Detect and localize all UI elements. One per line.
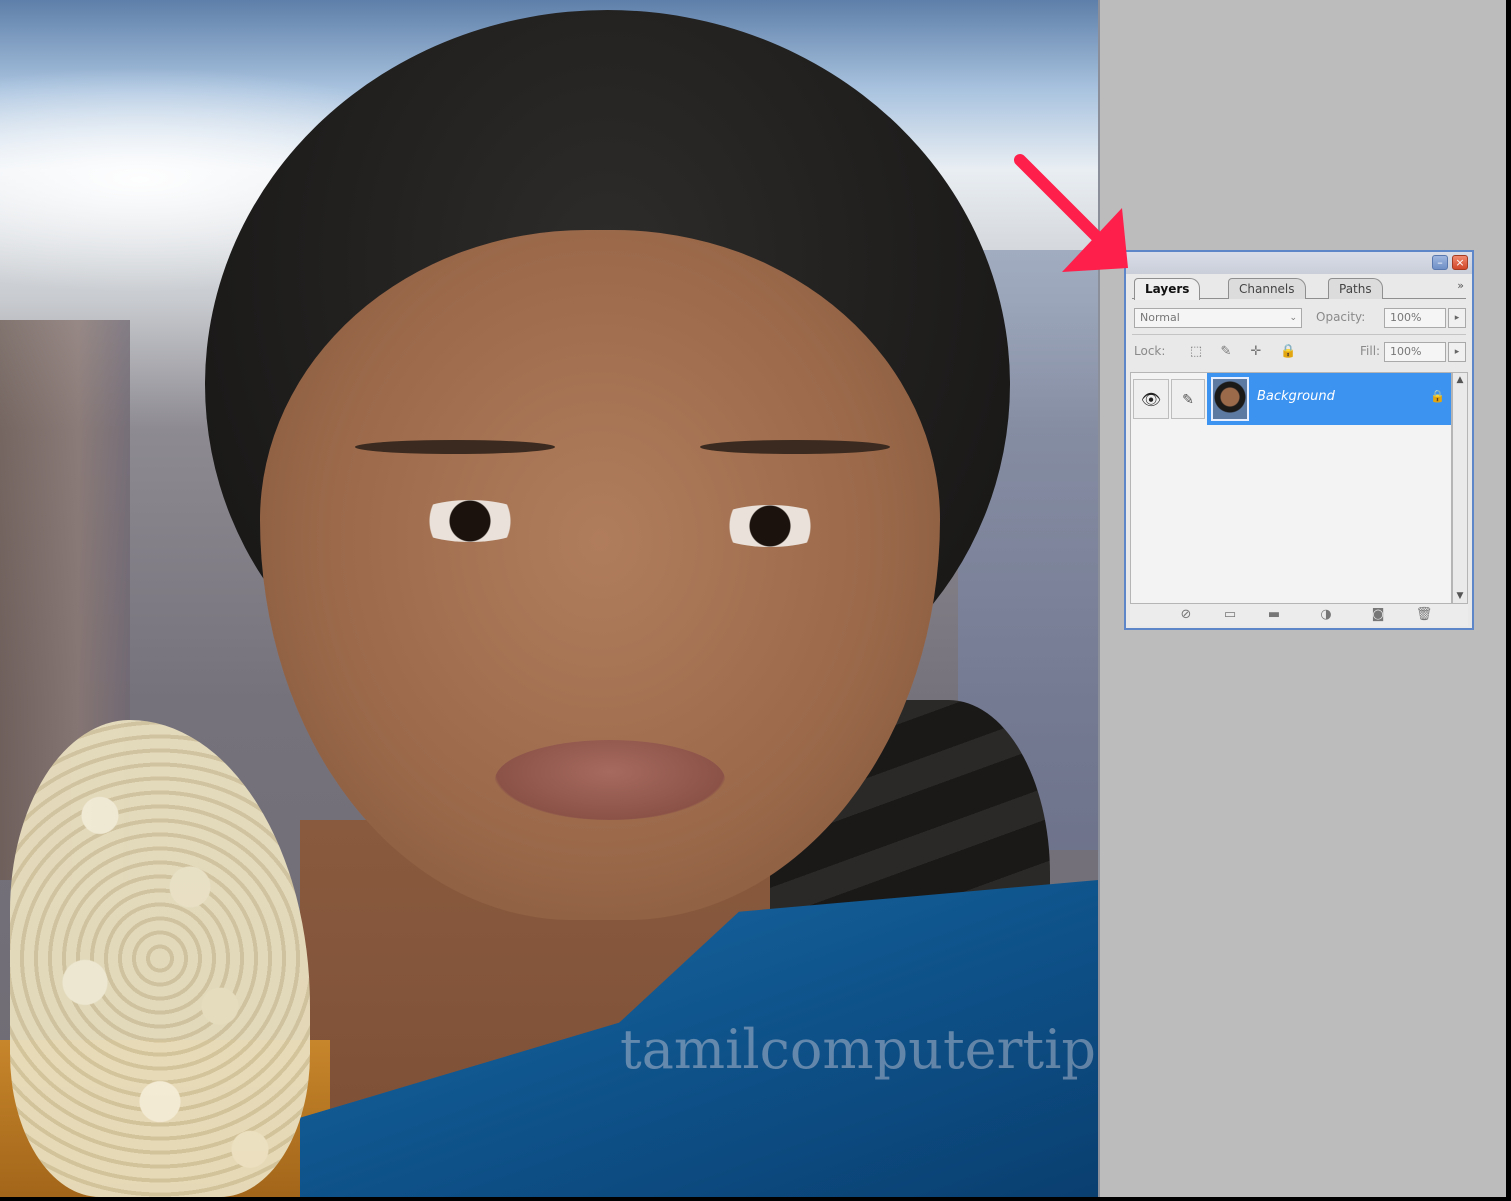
fill-input[interactable]: 100% (1384, 342, 1446, 362)
blend-mode-value: Normal (1140, 311, 1180, 324)
layer-name: Background (1257, 389, 1335, 404)
minimize-icon[interactable]: – (1432, 255, 1448, 270)
adjustment-layer-icon[interactable]: ◑ (1316, 607, 1336, 623)
lock-all-icon[interactable]: 🔒 (1280, 344, 1296, 360)
photo-jasmine-flowers (10, 720, 310, 1197)
photo-right-brow (700, 440, 890, 454)
photo-right-eye (710, 505, 830, 547)
chevron-down-icon: ⌄ (1289, 313, 1297, 323)
lock-label: Lock: (1134, 344, 1166, 358)
blend-row: Normal ⌄ Opacity: 100% ▸ (1134, 306, 1466, 330)
layers-palette[interactable]: – × Layers Channels Paths » Normal ⌄ Opa… (1124, 250, 1474, 630)
document-canvas[interactable]: tamilcomputertips.blogspot.com (0, 0, 1098, 1197)
layer-row[interactable]: 👁 ✎ Background 🔒 (1131, 373, 1451, 425)
palette-footer: ⊘ ▭ ▬ ◑ ◙ 🗑 (1130, 603, 1468, 626)
photo-left-brow (355, 440, 555, 454)
divider (1132, 334, 1466, 335)
scroll-down-icon[interactable]: ▼ (1453, 589, 1467, 603)
photo-lips (495, 740, 725, 820)
palette-titlebar[interactable]: – × (1126, 252, 1472, 274)
tab-paths[interactable]: Paths (1328, 278, 1383, 299)
lock-row: Lock: ⬚ ✎ ✛ 🔒 Fill: 100% ▸ (1134, 340, 1466, 364)
photo-left-eye (410, 500, 530, 542)
close-icon[interactable]: × (1452, 255, 1468, 270)
palette-tabs: Layers Channels Paths » (1132, 276, 1466, 300)
lock-transparency-icon[interactable]: ⬚ (1188, 344, 1204, 360)
brush-icon[interactable]: ✎ (1171, 379, 1205, 419)
layer-style-icon[interactable]: ▭ (1220, 607, 1240, 623)
scroll-up-icon[interactable]: ▲ (1453, 373, 1467, 387)
bottom-border (0, 1197, 1511, 1201)
tab-channels[interactable]: Channels (1228, 278, 1306, 299)
blend-mode-select[interactable]: Normal ⌄ (1134, 308, 1302, 328)
watermark-text: tamilcomputertips.blogspot.com (620, 1018, 1098, 1081)
annotation-arrow-icon (1014, 154, 1128, 272)
palette-menu-icon[interactable]: » (1457, 279, 1464, 292)
layer-thumbnail (1211, 377, 1249, 421)
opacity-label: Opacity: (1316, 310, 1366, 324)
layer-lock-icon: 🔒 (1430, 389, 1445, 403)
link-layers-icon[interactable]: ⊘ (1176, 607, 1196, 623)
visibility-eye-icon[interactable]: 👁 (1133, 379, 1169, 419)
fill-label: Fill: (1360, 344, 1381, 358)
layer-selection[interactable]: Background 🔒 (1207, 373, 1451, 425)
lock-image-icon[interactable]: ✎ (1218, 344, 1234, 360)
new-group-icon[interactable]: ▬ (1264, 607, 1284, 623)
lock-position-icon[interactable]: ✛ (1248, 344, 1264, 360)
opacity-input[interactable]: 100% (1384, 308, 1446, 328)
fill-stepper-icon[interactable]: ▸ (1448, 342, 1466, 362)
new-layer-icon[interactable]: ◙ (1368, 607, 1388, 623)
layers-list[interactable]: 👁 ✎ Background 🔒 (1130, 372, 1452, 604)
delete-layer-icon[interactable]: 🗑 (1414, 607, 1434, 623)
opacity-stepper-icon[interactable]: ▸ (1448, 308, 1466, 328)
layers-scrollbar[interactable]: ▲ ▼ (1452, 372, 1468, 604)
